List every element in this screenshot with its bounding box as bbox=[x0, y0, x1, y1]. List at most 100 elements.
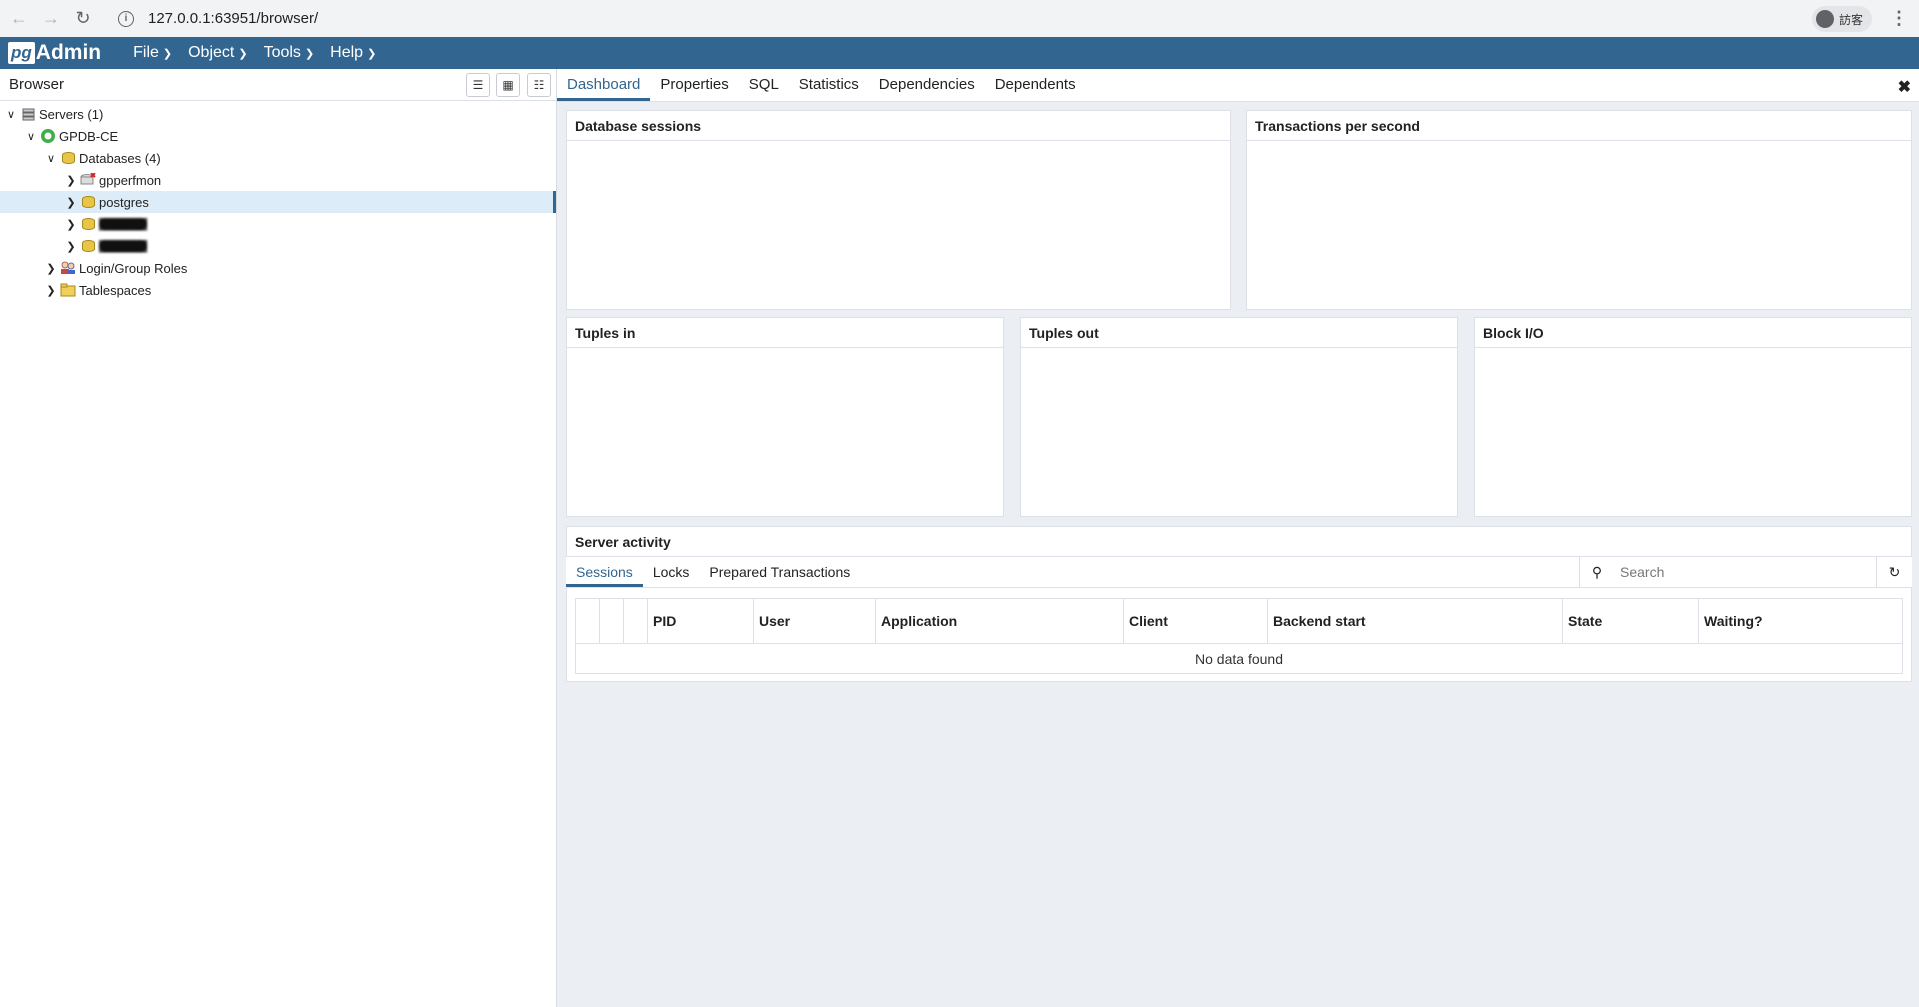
browser-chrome: ← → ↻ i 127.0.0.1:63951/browser/ 訪客 ⋮ bbox=[0, 0, 1919, 37]
search-input[interactable] bbox=[1620, 564, 1870, 580]
chevron-right-icon[interactable]: ❯ bbox=[44, 284, 58, 297]
browser-panel-header: Browser ☰ ▦ ☷ bbox=[0, 69, 556, 101]
refresh-button[interactable]: ↻ bbox=[1876, 557, 1912, 587]
panel-title: Database sessions bbox=[567, 111, 1230, 141]
tab-dashboard[interactable]: Dashboard bbox=[557, 76, 651, 101]
tree-node-servers[interactable]: ∨ Servers (1) bbox=[0, 103, 556, 125]
chevron-down-icon: ❯ bbox=[238, 47, 248, 60]
column-header-application[interactable]: Application bbox=[876, 599, 1124, 643]
tree-label-db-redacted: ▓▓▓▓▓▓ bbox=[99, 218, 148, 230]
group-roles-icon bbox=[60, 261, 76, 275]
filter-table-icon: ☷ bbox=[533, 78, 545, 92]
more-menu-icon[interactable]: ⋮ bbox=[1890, 8, 1908, 28]
panel-title: Tuples out bbox=[1021, 318, 1457, 348]
tree-label-db: gpperfmon bbox=[99, 172, 162, 188]
address-bar[interactable]: i 127.0.0.1:63951/browser/ bbox=[108, 5, 1803, 32]
chevron-right-icon[interactable]: ❯ bbox=[64, 218, 78, 231]
info-icon[interactable]: i bbox=[118, 10, 134, 27]
menu-help-label: Help bbox=[330, 44, 364, 61]
panel-block-io: Block I/O bbox=[1474, 317, 1912, 517]
database-query-icon: ☰ bbox=[472, 78, 484, 92]
tree-node-db-postgres[interactable]: ❯ postgres bbox=[0, 191, 556, 213]
tab-dependents[interactable]: Dependents bbox=[985, 76, 1086, 101]
column-header-backend-start[interactable]: Backend start bbox=[1268, 599, 1563, 643]
view-data-button[interactable]: ▦ bbox=[496, 73, 520, 97]
sessions-table: PID User Application Client Backend star… bbox=[575, 598, 1903, 674]
panel-database-sessions: Database sessions bbox=[566, 110, 1231, 310]
tree-node-db-gpperfmon[interactable]: ❯ gpperfmon bbox=[0, 169, 556, 191]
tree-node-tablespaces[interactable]: ❯ Tablespaces bbox=[0, 279, 556, 301]
url-text[interactable]: 127.0.0.1:63951/browser/ bbox=[148, 10, 318, 27]
servers-icon bbox=[20, 107, 36, 121]
avatar-icon bbox=[1816, 10, 1834, 28]
logo-pg: pg bbox=[8, 42, 35, 64]
tab-prepared-transactions[interactable]: Prepared Transactions bbox=[699, 564, 860, 587]
tab-locks[interactable]: Locks bbox=[643, 564, 700, 587]
tree-node-db-redacted-2[interactable]: ❯ ▓▓▓▓▓▓ bbox=[0, 235, 556, 257]
tree-node-db-redacted-1[interactable]: ❯ ▓▓▓▓▓▓ bbox=[0, 213, 556, 235]
menu-help[interactable]: Help ❯ bbox=[322, 37, 384, 69]
column-terminate bbox=[576, 599, 600, 643]
database-icon bbox=[80, 217, 96, 231]
chevron-down-icon: ❯ bbox=[367, 47, 377, 60]
panel-tuples-in: Tuples in bbox=[566, 317, 1004, 517]
panel-title: Block I/O bbox=[1475, 318, 1911, 348]
activity-search: ⚲ bbox=[1579, 557, 1876, 587]
tab-properties[interactable]: Properties bbox=[650, 76, 738, 101]
tab-dependencies[interactable]: Dependencies bbox=[869, 76, 985, 101]
database-icon bbox=[80, 195, 96, 209]
tree-label-server: GPDB-CE bbox=[59, 128, 119, 144]
chevron-down-icon[interactable]: ∨ bbox=[4, 108, 18, 121]
menu-file[interactable]: File ❯ bbox=[125, 37, 180, 69]
filter-rows-button[interactable]: ☷ bbox=[527, 73, 551, 97]
tree-label-servers: Servers (1) bbox=[39, 106, 104, 122]
app-navbar: pg Admin File ❯ Object ❯ Tools ❯ Help ❯ bbox=[0, 37, 1919, 69]
refresh-icon: ↻ bbox=[1888, 563, 1901, 580]
chevron-right-icon[interactable]: ❯ bbox=[64, 196, 78, 209]
tree-node-databases[interactable]: ∨ Databases (4) bbox=[0, 147, 556, 169]
logo-admin: Admin bbox=[35, 41, 102, 64]
panel-title: Transactions per second bbox=[1247, 111, 1911, 141]
tree-label-databases: Databases (4) bbox=[79, 150, 161, 166]
column-header-pid[interactable]: PID bbox=[648, 599, 754, 643]
chevron-down-icon[interactable]: ∨ bbox=[24, 130, 38, 143]
profile-label: 訪客 bbox=[1839, 12, 1864, 27]
close-icon[interactable]: ✖ bbox=[1898, 77, 1911, 97]
column-header-user[interactable]: User bbox=[754, 599, 876, 643]
panel-title: Tuples in bbox=[567, 318, 1003, 348]
database-disconnected-icon bbox=[80, 173, 96, 187]
query-tool-button[interactable]: ☰ bbox=[466, 73, 490, 97]
tree-node-server[interactable]: ∨ GPDB-CE bbox=[0, 125, 556, 147]
chevron-right-icon[interactable]: ❯ bbox=[44, 262, 58, 275]
chevron-down-icon: ❯ bbox=[304, 47, 315, 60]
tree-label-db-redacted: ▓▓▓▓▓▓ bbox=[99, 240, 148, 252]
chevron-down-icon: ❯ bbox=[162, 47, 173, 60]
tree-label-tablespaces: Tablespaces bbox=[79, 282, 152, 298]
database-icon bbox=[80, 239, 96, 253]
tree-label-login-roles: Login/Group Roles bbox=[79, 260, 188, 276]
chevron-down-icon[interactable]: ∨ bbox=[44, 152, 58, 165]
chevron-right-icon[interactable]: ❯ bbox=[64, 174, 78, 187]
tab-sql[interactable]: SQL bbox=[739, 76, 789, 101]
menu-object[interactable]: Object ❯ bbox=[180, 37, 255, 69]
panel-transactions-per-second: Transactions per second bbox=[1246, 110, 1912, 310]
back-icon[interactable]: ← bbox=[6, 6, 32, 32]
column-header-state[interactable]: State bbox=[1563, 599, 1699, 643]
tab-statistics[interactable]: Statistics bbox=[789, 76, 869, 101]
chevron-right-icon[interactable]: ❯ bbox=[64, 240, 78, 253]
column-details bbox=[624, 599, 648, 643]
profile-button[interactable]: 訪客 bbox=[1812, 6, 1872, 32]
greenplum-server-icon bbox=[40, 129, 56, 143]
reload-icon[interactable]: ↻ bbox=[70, 6, 96, 32]
tree-node-login-roles[interactable]: ❯ Login/Group Roles bbox=[0, 257, 556, 279]
forward-icon[interactable]: → bbox=[38, 6, 64, 32]
tree-label-db: postgres bbox=[99, 194, 149, 210]
column-header-client[interactable]: Client bbox=[1124, 599, 1268, 643]
table-grid-icon: ▦ bbox=[502, 78, 514, 92]
column-header-waiting[interactable]: Waiting? bbox=[1699, 599, 1902, 643]
menu-tools[interactable]: Tools ❯ bbox=[256, 37, 323, 69]
tab-sessions[interactable]: Sessions bbox=[566, 564, 643, 587]
menu-file-label: File bbox=[133, 44, 159, 61]
menu-object-label: Object bbox=[188, 44, 235, 61]
menu-tools-label: Tools bbox=[263, 44, 301, 61]
